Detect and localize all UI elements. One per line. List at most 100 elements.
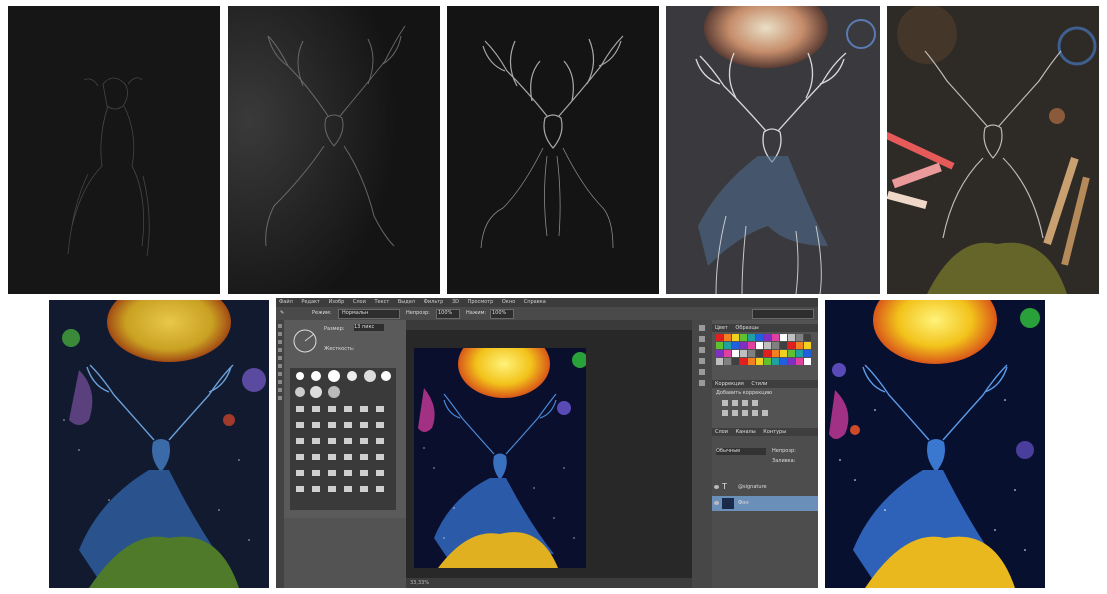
swatch-cell[interactable] [796,350,803,357]
swatch-cell[interactable] [804,334,811,341]
swatch-cell[interactable] [780,342,787,349]
layer-row-background[interactable]: Фон [712,496,818,511]
swatch-cell[interactable] [724,350,731,357]
swatch-cell[interactable] [788,358,795,365]
swatch-cell[interactable] [748,350,755,357]
swatch-cell[interactable] [724,358,731,365]
brush-tool-icon[interactable]: ✎ [280,310,284,316]
ps-menu-item[interactable]: Выдел [398,299,415,305]
gradient-tool-icon[interactable] [278,388,282,392]
swatch-cell[interactable] [732,334,739,341]
document-canvas[interactable] [414,330,588,568]
brush-size-field[interactable]: 13 пикс [354,324,384,331]
swatch-cell[interactable] [796,342,803,349]
ps-menu-item[interactable]: Просмотр [468,299,494,305]
swatch-cell[interactable] [804,350,811,357]
paragraph-icon[interactable] [699,358,705,364]
opacity-label: Непрозр: [406,310,430,316]
document-area[interactable]: 33,33% [406,320,692,588]
swatch-cell[interactable] [796,334,803,341]
tab-swatches[interactable]: Образцы [732,324,761,332]
swatch-cell[interactable] [780,334,787,341]
swatch-cell[interactable] [740,342,747,349]
history-icon[interactable] [699,325,705,331]
layers-panel: Слои Каналы Контуры Обычные Непрозр: Зал… [712,428,818,588]
blend-mode-select[interactable]: Обычные [716,448,766,455]
move-tool-icon[interactable] [278,324,282,328]
eyedropper-tool-icon[interactable] [278,356,282,360]
workspace-select[interactable] [752,309,814,319]
swatch-cell[interactable] [756,358,763,365]
ps-menu-item[interactable]: Изобр [329,299,345,305]
tab-channels[interactable]: Каналы [733,428,759,436]
swatch-cell[interactable] [756,350,763,357]
eye-icon[interactable] [714,485,719,489]
adjustment-icons[interactable] [722,398,792,424]
ps-menu-item[interactable]: 3D [452,299,459,305]
swatch-cell[interactable] [804,358,811,365]
swatch-cell[interactable] [780,358,787,365]
swatch-cell[interactable] [732,342,739,349]
swatch-cell[interactable] [732,358,739,365]
marquee-tool-icon[interactable] [278,332,282,336]
zoom-level[interactable]: 33,33% [410,580,429,586]
swatch-cell[interactable] [716,342,723,349]
ps-menu-item[interactable]: Файл [279,299,293,305]
swatch-cell[interactable] [748,334,755,341]
swatch-cell[interactable] [724,334,731,341]
swatch-cell[interactable] [732,350,739,357]
swatch-cell[interactable] [764,334,771,341]
swatch-cell[interactable] [756,342,763,349]
swatch-cell[interactable] [740,334,747,341]
swatch-cell[interactable] [788,334,795,341]
tab-styles[interactable]: Стили [748,380,770,388]
swatch-cell[interactable] [740,358,747,365]
brush-preset-grid[interactable] [290,368,396,510]
brush-panel-icon[interactable] [699,369,705,375]
tab-adjustments[interactable]: Коррекция [712,380,747,388]
swatch-cell[interactable] [748,358,755,365]
ps-menu-item[interactable]: Редакт [301,299,320,305]
document-tab[interactable] [406,320,692,330]
swatch-cell[interactable] [764,358,771,365]
tab-paths[interactable]: Контуры [760,428,789,436]
crop-tool-icon[interactable] [278,348,282,352]
layer-opacity-label: Непрозр: [772,448,796,454]
swatch-cell[interactable] [796,358,803,365]
brush-tool-icon[interactable] [278,364,282,368]
layer-row-text[interactable]: T @signature [712,480,818,495]
stamp-tool-icon[interactable] [278,372,282,376]
tab-color[interactable]: Цвет [712,324,731,332]
swatch-cell[interactable] [772,342,779,349]
clone-source-icon[interactable] [699,380,705,386]
swatch-cell[interactable] [716,358,723,365]
swatch-cell[interactable] [764,342,771,349]
eye-icon[interactable] [714,501,719,505]
swatch-cell[interactable] [772,358,779,365]
swatches-grid[interactable] [716,334,812,368]
swatch-cell[interactable] [804,342,811,349]
swatch-cell[interactable] [748,342,755,349]
swatch-cell[interactable] [772,350,779,357]
swatch-cell[interactable] [716,334,723,341]
eraser-tool-icon[interactable] [278,380,282,384]
ps-menu-item[interactable]: Слои [353,299,366,305]
lasso-tool-icon[interactable] [278,340,282,344]
ps-menu-item[interactable]: Справка [524,299,546,305]
ps-menu-item[interactable]: Текст [374,299,389,305]
text-tool-icon[interactable] [278,396,282,400]
swatch-cell[interactable] [788,350,795,357]
ps-menu-item[interactable]: Фильтр [424,299,444,305]
swatch-cell[interactable] [772,334,779,341]
swatch-cell[interactable] [724,342,731,349]
swatch-cell[interactable] [788,342,795,349]
swatch-cell[interactable] [740,350,747,357]
ps-menu-item[interactable]: Окно [502,299,515,305]
swatch-cell[interactable] [780,350,787,357]
swatch-cell[interactable] [716,350,723,357]
tab-layers[interactable]: Слои [712,428,731,436]
swatch-cell[interactable] [756,334,763,341]
character-icon[interactable] [699,347,705,353]
swatch-cell[interactable] [764,350,771,357]
properties-icon[interactable] [699,336,705,342]
